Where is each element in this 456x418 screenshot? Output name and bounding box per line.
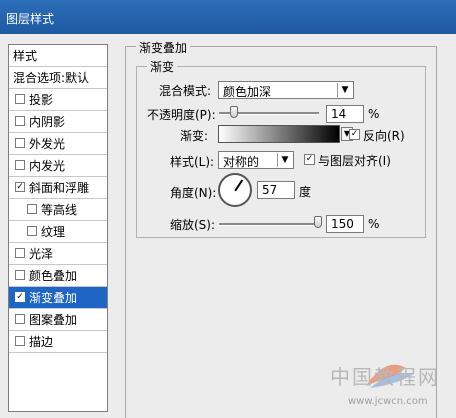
satin-checkbox[interactable] bbox=[15, 248, 25, 258]
panel-title: 渐变叠加 bbox=[136, 39, 191, 56]
scale-percent: % bbox=[368, 217, 380, 231]
styles-sidebar: 样式 混合选项:默认 投影 内阴影 外发光 内发光 ✓ 斜面和浮雕 等高线 纹理… bbox=[8, 44, 108, 412]
texture-checkbox[interactable] bbox=[27, 226, 37, 236]
sidebar-item-bevel-emboss[interactable]: ✓ 斜面和浮雕 bbox=[9, 177, 107, 199]
watermark-url: www.jcwcn.com bbox=[348, 396, 428, 407]
sidebar-header: 样式 bbox=[9, 45, 107, 67]
opacity-slider-thumb[interactable] bbox=[230, 106, 238, 118]
chevron-down-icon: ▼ bbox=[277, 153, 292, 167]
sidebar-item-outer-glow[interactable]: 外发光 bbox=[9, 133, 107, 155]
angle-unit: 度 bbox=[299, 185, 312, 199]
pattern-overlay-checkbox[interactable] bbox=[15, 314, 25, 324]
sidebar-item-blending-options[interactable]: 混合选项:默认 bbox=[9, 67, 107, 89]
stroke-checkbox[interactable] bbox=[15, 336, 25, 346]
sidebar-item-drop-shadow[interactable]: 投影 bbox=[9, 89, 107, 111]
contour-checkbox[interactable] bbox=[27, 204, 37, 214]
drop-shadow-checkbox[interactable] bbox=[15, 94, 25, 104]
sidebar-item-gradient-overlay[interactable]: ✓ 渐变叠加 bbox=[9, 287, 107, 309]
group-title: 渐变 bbox=[147, 58, 178, 75]
watermark-text: 中国教程网 bbox=[330, 365, 440, 389]
bevel-emboss-checkbox[interactable]: ✓ bbox=[15, 182, 25, 192]
gradient-swatch[interactable] bbox=[218, 125, 340, 143]
scale-slider-track[interactable] bbox=[219, 223, 319, 226]
sidebar-item-texture[interactable]: 纹理 bbox=[9, 221, 107, 243]
title-bar: 图层样式 bbox=[0, 0, 456, 34]
window-title: 图层样式 bbox=[6, 12, 55, 26]
scale-label: 缩放(S): bbox=[170, 218, 216, 232]
reverse-label: 反向(R) bbox=[363, 129, 405, 143]
scale-input[interactable]: 150 bbox=[326, 215, 364, 233]
outer-glow-checkbox[interactable] bbox=[15, 138, 25, 148]
angle-input[interactable]: 57 bbox=[257, 181, 295, 199]
align-with-layer-label: 与图层对齐(I) bbox=[318, 154, 391, 168]
reverse-checkbox[interactable]: ✓ bbox=[349, 129, 360, 140]
align-with-layer-checkbox[interactable]: ✓ bbox=[304, 154, 315, 165]
sidebar-item-contour[interactable]: 等高线 bbox=[9, 199, 107, 221]
sidebar-item-inner-glow[interactable]: 内发光 bbox=[9, 155, 107, 177]
inner-shadow-checkbox[interactable] bbox=[15, 116, 25, 126]
style-select[interactable]: 对称的 ▼ bbox=[218, 151, 294, 169]
sidebar-item-inner-shadow[interactable]: 内阴影 bbox=[9, 111, 107, 133]
scale-slider-thumb[interactable] bbox=[314, 216, 322, 228]
color-overlay-checkbox[interactable] bbox=[15, 270, 25, 280]
style-label: 样式(L): bbox=[170, 155, 215, 169]
sidebar-item-pattern-overlay[interactable]: 图案叠加 bbox=[9, 309, 107, 331]
angle-label: 角度(N): bbox=[170, 186, 217, 200]
sidebar-item-color-overlay[interactable]: 颜色叠加 bbox=[9, 265, 107, 287]
opacity-input[interactable]: 14 bbox=[326, 105, 364, 123]
gradient-label: 渐变: bbox=[180, 129, 209, 143]
inner-glow-checkbox[interactable] bbox=[15, 160, 25, 170]
angle-needle bbox=[234, 179, 243, 192]
gradient-overlay-checkbox[interactable]: ✓ bbox=[15, 292, 25, 302]
angle-dial[interactable] bbox=[218, 173, 252, 207]
opacity-label: 不透明度(P): bbox=[147, 108, 216, 122]
sidebar-item-satin[interactable]: 光泽 bbox=[9, 243, 107, 265]
opacity-percent: % bbox=[368, 107, 380, 121]
blend-mode-select[interactable]: 颜色加深 ▼ bbox=[218, 81, 354, 99]
blend-mode-label: 混合模式: bbox=[159, 84, 212, 98]
sidebar-item-stroke[interactable]: 描边 bbox=[9, 331, 107, 353]
chevron-down-icon: ▼ bbox=[337, 83, 352, 97]
